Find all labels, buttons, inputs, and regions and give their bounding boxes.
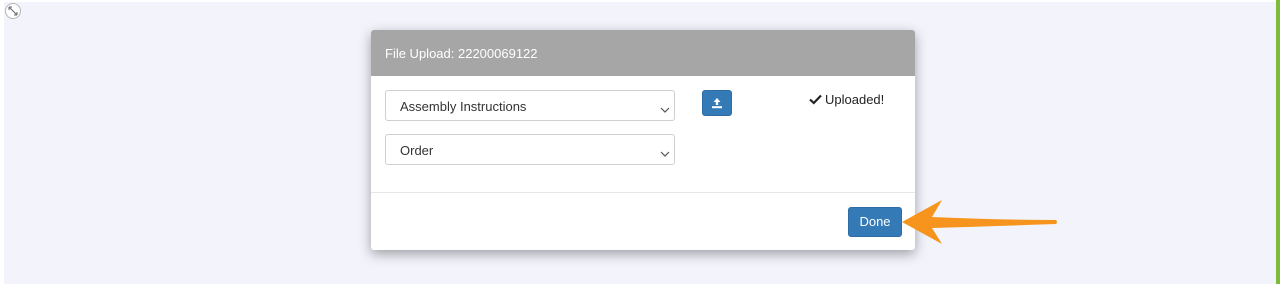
arrow-left-icon (898, 198, 1060, 251)
chevron-down-icon (660, 145, 670, 163)
category-select[interactable]: Order (385, 134, 675, 165)
upload-status: Uploaded! (809, 92, 884, 107)
file-upload-modal: File Upload: 22200069122 Assembly Instru… (371, 30, 915, 250)
modal-title: File Upload: 22200069122 (385, 46, 538, 61)
expand-icon[interactable] (5, 3, 21, 19)
modal-footer-divider (371, 192, 915, 193)
chevron-down-icon (660, 101, 670, 119)
category-select-value: Order (400, 143, 434, 158)
document-type-select-value: Assembly Instructions (400, 99, 527, 114)
done-button[interactable]: Done (848, 207, 902, 237)
page: File Upload: 22200069122 Assembly Instru… (0, 0, 1280, 284)
document-type-select[interactable]: Assembly Instructions (385, 90, 675, 121)
modal-header: File Upload: 22200069122 (371, 30, 915, 76)
upload-status-text: Uploaded! (825, 92, 885, 107)
upload-button[interactable] (702, 90, 732, 116)
checkmark-icon (809, 94, 822, 105)
upload-icon (712, 98, 722, 109)
right-edge-bar (1276, 0, 1280, 284)
